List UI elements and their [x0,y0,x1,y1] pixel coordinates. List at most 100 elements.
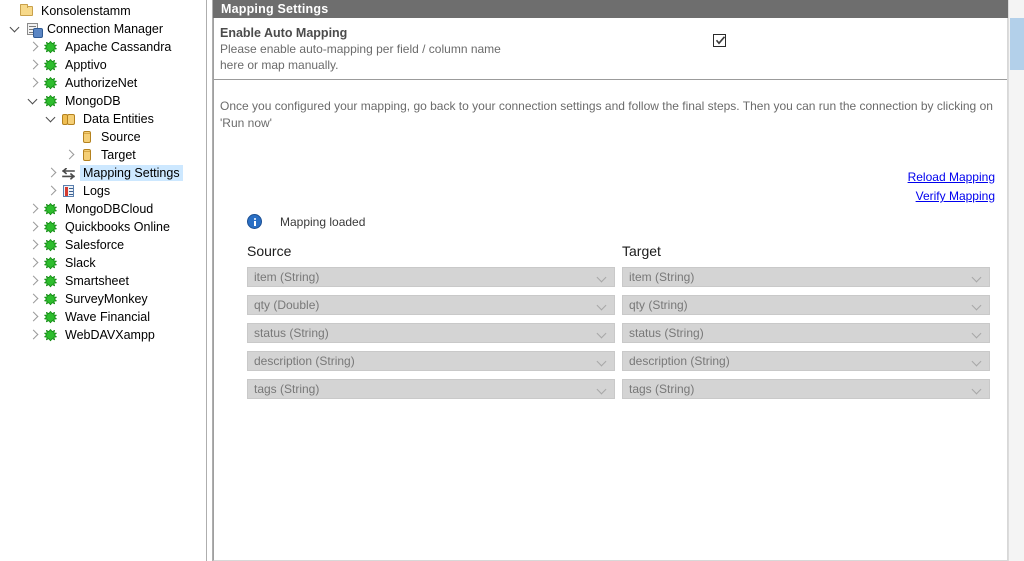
chevron-right-icon[interactable] [26,236,42,254]
verify-mapping-link[interactable]: Verify Mapping [908,187,995,206]
chevron-down-icon[interactable] [8,20,24,38]
chevron-right-icon[interactable] [26,290,42,308]
chevron-down-icon[interactable] [44,110,60,128]
chevron-down-icon[interactable] [26,92,42,110]
tree-item-data-entities[interactable]: Data Entities [0,110,206,128]
mapping-row: tags (String) tags (String) [247,379,995,399]
tree-item-label: Target [101,148,136,162]
status-row: Mapping loaded [247,214,365,229]
tree-item-label: Apptivo [65,58,107,72]
tree-item-smartsheet[interactable]: Smartsheet [0,272,206,290]
folder-icon [18,2,36,20]
tree-item-mongodb[interactable]: MongoDB [0,92,206,110]
tree-item-logs[interactable]: Logs [0,182,206,200]
mapping-row: description (String) description (String) [247,351,995,371]
tree-item-label: Slack [65,256,96,270]
vertical-scrollbar[interactable] [1008,0,1024,561]
instructions-text: Once you configured your mapping, go bac… [220,99,993,130]
mapping-row: item (String) item (String) [247,267,995,287]
chevron-down-icon [598,358,607,367]
tree-item-konsolenstamm[interactable]: Konsolenstamm [0,2,206,20]
mapping-settings-window: Konsolenstamm Connection Manager Apache Ca… [0,0,1024,561]
chevron-right-icon[interactable] [26,200,42,218]
mapping-actions: Reload Mapping Verify Mapping [908,168,995,206]
checkmark-icon [715,36,726,45]
plug-icon [42,38,60,56]
plug-icon [42,290,60,308]
source-field-select[interactable]: description (String) [247,351,615,371]
source-field-select[interactable]: item (String) [247,267,615,287]
info-icon [247,214,262,229]
plug-icon [42,236,60,254]
tree-item-label: MongoDB [65,94,121,108]
tree-item-label: Data Entities [83,112,154,126]
tree-item-target[interactable]: Target [0,146,206,164]
target-field-select[interactable]: status (String) [622,323,990,343]
tree-item-quickbooks-online[interactable]: Quickbooks Online [0,218,206,236]
scrollbar-thumb[interactable] [1010,18,1024,70]
tree-item-webdavxampp[interactable]: WebDAVXampp [0,326,206,344]
chevron-down-icon [598,274,607,283]
source-field-select[interactable]: tags (String) [247,379,615,399]
target-field-select[interactable]: item (String) [622,267,990,287]
tree-item-authorizenet[interactable]: AuthorizeNet [0,74,206,92]
target-field-select[interactable]: description (String) [622,351,990,371]
connection-manager-icon [24,20,43,38]
chevron-right-icon[interactable] [26,326,42,344]
tree-item-label: Source [101,130,141,144]
tree-item-wave-financial[interactable]: Wave Financial [0,308,206,326]
chevron-right-icon[interactable] [62,146,78,164]
tree-item-connection-manager[interactable]: Connection Manager [0,20,206,38]
chevron-down-icon [973,386,982,395]
cylinder-icon [78,128,96,146]
target-field-select[interactable]: tags (String) [622,379,990,399]
mapping-table: Source Target item (String) item (String)… [247,243,995,407]
tree-item-label: Mapping Settings [80,165,183,181]
source-field-select[interactable]: qty (Double) [247,295,615,315]
target-field-select[interactable]: qty (String) [622,295,990,315]
tree-item-label: Apache Cassandra [65,40,172,54]
chevron-right-icon[interactable] [26,272,42,290]
source-column-header: Source [247,243,292,259]
tree-item-apptivo[interactable]: Apptivo [0,56,206,74]
panel-splitter[interactable] [206,0,213,561]
chevron-right-icon[interactable] [26,56,42,74]
tree-item-apache-cassandra[interactable]: Apache Cassandra [0,38,206,56]
auto-mapping-description-line1: Please enable auto-mapping per field / c… [220,42,501,56]
tree-item-label: SurveyMonkey [65,292,148,306]
chevron-down-icon [973,274,982,283]
plug-icon [42,74,60,92]
chevron-right-icon[interactable] [26,218,42,236]
plug-icon [42,272,60,290]
plug-icon [42,308,60,326]
source-field-select[interactable]: status (String) [247,323,615,343]
tree-item-salesforce[interactable]: Salesforce [0,236,206,254]
chevron-right-icon[interactable] [44,164,60,182]
mapping-row: qty (Double) qty (String) [247,295,995,315]
plug-icon [42,218,60,236]
chevron-right-icon[interactable] [26,254,42,272]
auto-mapping-description-line2: here or map manually. [220,58,339,72]
tree-item-label: Smartsheet [65,274,129,288]
tree-item-mongodbcloud[interactable]: MongoDBCloud [0,200,206,218]
plug-icon [42,200,60,218]
tree-item-label: Logs [83,184,111,198]
tree-item-surveymonkey[interactable]: SurveyMonkey [0,290,206,308]
chevron-down-icon [973,330,982,339]
chevron-right-icon[interactable] [26,74,42,92]
tree-item-slack[interactable]: Slack [0,254,206,272]
enable-auto-mapping-checkbox[interactable] [713,34,726,47]
chevron-down-icon [598,302,607,311]
tree-item-source[interactable]: Source [0,128,206,146]
connection-tree[interactable]: Konsolenstamm Connection Manager Apache Ca… [0,0,206,561]
logs-icon [60,182,78,200]
tree-item-mapping-settings[interactable]: Mapping Settings [0,164,206,182]
cylinder-icon [78,146,96,164]
mapping-rows: item (String) item (String) qty (Double) qt… [247,267,995,399]
panel-body: Enable Auto Mapping Please enable auto-m… [213,18,1008,561]
chevron-right-icon[interactable] [44,182,60,200]
chevron-right-icon[interactable] [26,308,42,326]
chevron-right-icon[interactable] [26,38,42,56]
reload-mapping-link[interactable]: Reload Mapping [908,168,995,187]
